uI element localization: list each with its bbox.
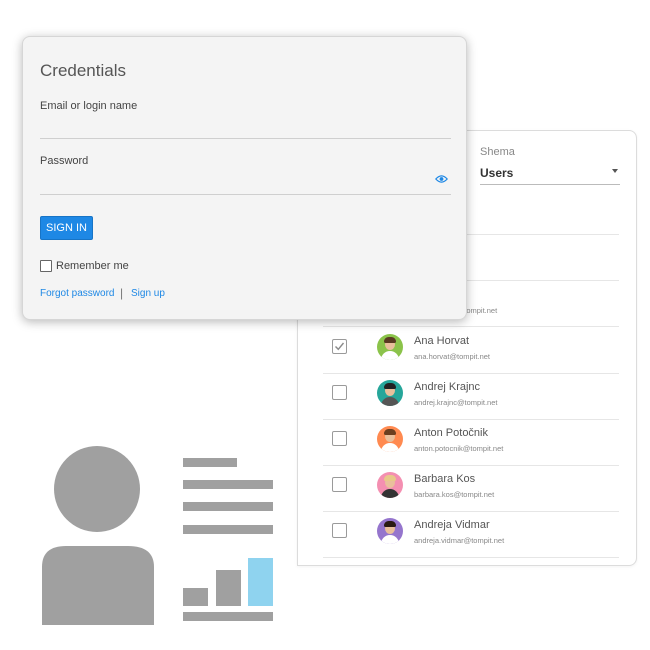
sign-in-button[interactable]: SIGN IN bbox=[40, 216, 93, 240]
password-underline bbox=[40, 194, 451, 195]
user-row[interactable]: Barbara Kos barbara.kos@tompit.net bbox=[323, 465, 619, 512]
caret-down-icon bbox=[612, 169, 618, 173]
user-row[interactable]: Ana Horvat ana.horvat@tompit.net bbox=[323, 327, 619, 374]
bar-chart-icon bbox=[183, 558, 273, 621]
eye-icon[interactable] bbox=[435, 174, 448, 184]
remember-me-checkbox[interactable] bbox=[40, 260, 52, 272]
user-email: andrej.krajnc@tompit.net bbox=[414, 398, 498, 407]
user-name: Anton Potočnik bbox=[414, 427, 488, 439]
illustration bbox=[42, 446, 273, 625]
password-label: Password bbox=[40, 155, 89, 167]
row-checkbox[interactable] bbox=[332, 523, 347, 538]
email-underline bbox=[40, 138, 451, 139]
user-email: ana.horvat@tompit.net bbox=[414, 352, 490, 361]
avatar bbox=[377, 334, 403, 360]
user-name: Barbara Kos bbox=[414, 473, 476, 485]
person-icon bbox=[42, 446, 154, 625]
credentials-card: Credentials Email or login name Password… bbox=[22, 36, 467, 320]
row-checkbox[interactable] bbox=[332, 477, 347, 492]
text-lines-icon bbox=[183, 458, 273, 534]
schema-label: Shema bbox=[480, 146, 515, 158]
avatar bbox=[377, 380, 403, 406]
user-email: andreja.vidmar@tompit.net bbox=[414, 536, 505, 545]
user-name: Andreja Vidmar bbox=[414, 519, 490, 531]
schema-value: Users bbox=[480, 166, 514, 180]
row-checkbox[interactable] bbox=[332, 431, 347, 446]
credentials-title: Credentials bbox=[40, 61, 126, 80]
avatar bbox=[377, 426, 403, 452]
user-name: Ana Horvat bbox=[414, 335, 470, 347]
schema-dropdown[interactable]: Users bbox=[480, 164, 620, 185]
email-label: Email or login name bbox=[40, 100, 138, 112]
user-row[interactable]: Anton Potočnik anton.potocnik@tompit.net bbox=[323, 419, 619, 466]
user-email: barbara.kos@tompit.net bbox=[414, 490, 495, 499]
user-row[interactable]: Andreja Vidmar andreja.vidmar@tompit.net bbox=[323, 511, 619, 558]
avatar bbox=[377, 472, 403, 498]
sign-up-link[interactable]: Sign up bbox=[131, 288, 165, 299]
check-icon bbox=[335, 342, 345, 351]
row-checkbox[interactable] bbox=[332, 339, 347, 354]
password-field[interactable] bbox=[40, 173, 434, 193]
forgot-password-link[interactable]: Forgot password bbox=[40, 288, 114, 299]
email-field[interactable] bbox=[40, 118, 434, 138]
user-row[interactable]: Andrej Krajnc andrej.krajnc@tompit.net bbox=[323, 373, 619, 420]
remember-me-label: Remember me bbox=[56, 260, 129, 272]
user-name: Andrej Krajnc bbox=[414, 381, 481, 393]
link-separator: | bbox=[120, 286, 124, 300]
row-checkbox[interactable] bbox=[332, 385, 347, 400]
avatar bbox=[377, 518, 403, 544]
user-email: anton.potocnik@tompit.net bbox=[414, 444, 504, 453]
